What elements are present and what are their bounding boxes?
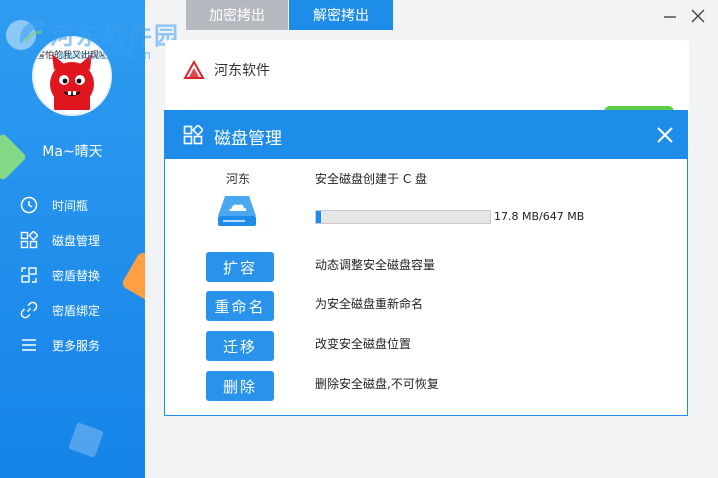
decorative-circle: [6, 20, 36, 50]
disk-drive-icon: [218, 196, 256, 226]
app-logo-icon: [183, 60, 205, 79]
expand-button[interactable]: 扩容: [206, 252, 274, 282]
migrate-description: 改变安全磁盘位置: [315, 337, 412, 351]
background-card-title: 河东软件: [214, 63, 270, 79]
tab-decrypt-copy[interactable]: 解密拷出: [289, 0, 393, 30]
clock-icon: [18, 194, 40, 216]
disk-management-icon: [183, 125, 203, 145]
disk-management-icon: [18, 229, 40, 251]
sidebar-item-shield-swap[interactable]: 密盾替换: [18, 262, 138, 288]
disk-usage-progress-fill: [316, 211, 321, 223]
minimize-button[interactable]: [660, 6, 680, 26]
sidebar-item-label: 密盾替换: [52, 268, 101, 283]
disk-usage-text: 17.8 MB/647 MB: [494, 210, 585, 223]
close-icon: [691, 9, 705, 23]
sidebar-item-label: 磁盘管理: [52, 233, 101, 248]
rename-button[interactable]: 重命名: [206, 291, 274, 321]
sidebar-item-shield-bind[interactable]: 密盾绑定: [18, 297, 138, 323]
disk-name: 河东: [226, 172, 251, 186]
rename-description: 为安全磁盘重新命名: [315, 297, 424, 311]
close-window-button[interactable]: [688, 6, 708, 26]
shield-swap-icon: [18, 264, 40, 286]
disk-description: 安全磁盘创建于 C 盘: [315, 172, 428, 186]
decorative-shape: [68, 422, 104, 458]
avatar[interactable]: 害怕的我又出现啦: [32, 36, 112, 116]
minimize-icon: [664, 16, 676, 18]
sidebar: 害怕的我又出现啦 Ma~晴天 时间瓶 磁盘管理 密盾替换 密盾绑定 更多服务: [0, 0, 145, 478]
migrate-button[interactable]: 迁移: [206, 331, 274, 361]
sidebar-item-time-bottle[interactable]: 时间瓶: [18, 192, 138, 218]
sidebar-item-more-services[interactable]: 更多服务: [18, 332, 138, 358]
disk-usage-progress-bar: [315, 210, 491, 224]
delete-description: 删除安全磁盘,不可恢复: [315, 377, 439, 391]
link-icon: [18, 299, 40, 321]
sidebar-item-label: 密盾绑定: [52, 303, 101, 318]
disk-management-dialog: 磁盘管理 河东 安全磁盘创建于 C 盘 17.8 MB/647 MB 扩容 动态…: [164, 110, 688, 416]
expand-description: 动态调整安全磁盘容量: [315, 258, 436, 272]
tab-encrypt-copy[interactable]: 加密拷出: [186, 0, 288, 30]
menu-icon: [18, 334, 40, 356]
close-icon: [657, 127, 673, 143]
delete-button[interactable]: 删除: [206, 371, 274, 401]
avatar-cartoon-icon: [50, 54, 94, 110]
dialog-header: 磁盘管理: [165, 111, 687, 159]
dialog-close-button[interactable]: [655, 125, 675, 145]
sidebar-item-label: 时间瓶: [52, 198, 89, 213]
sidebar-item-disk-management[interactable]: 磁盘管理: [18, 227, 138, 253]
username: Ma~晴天: [42, 144, 103, 160]
sidebar-item-label: 更多服务: [52, 338, 101, 353]
dialog-title: 磁盘管理: [214, 129, 282, 149]
